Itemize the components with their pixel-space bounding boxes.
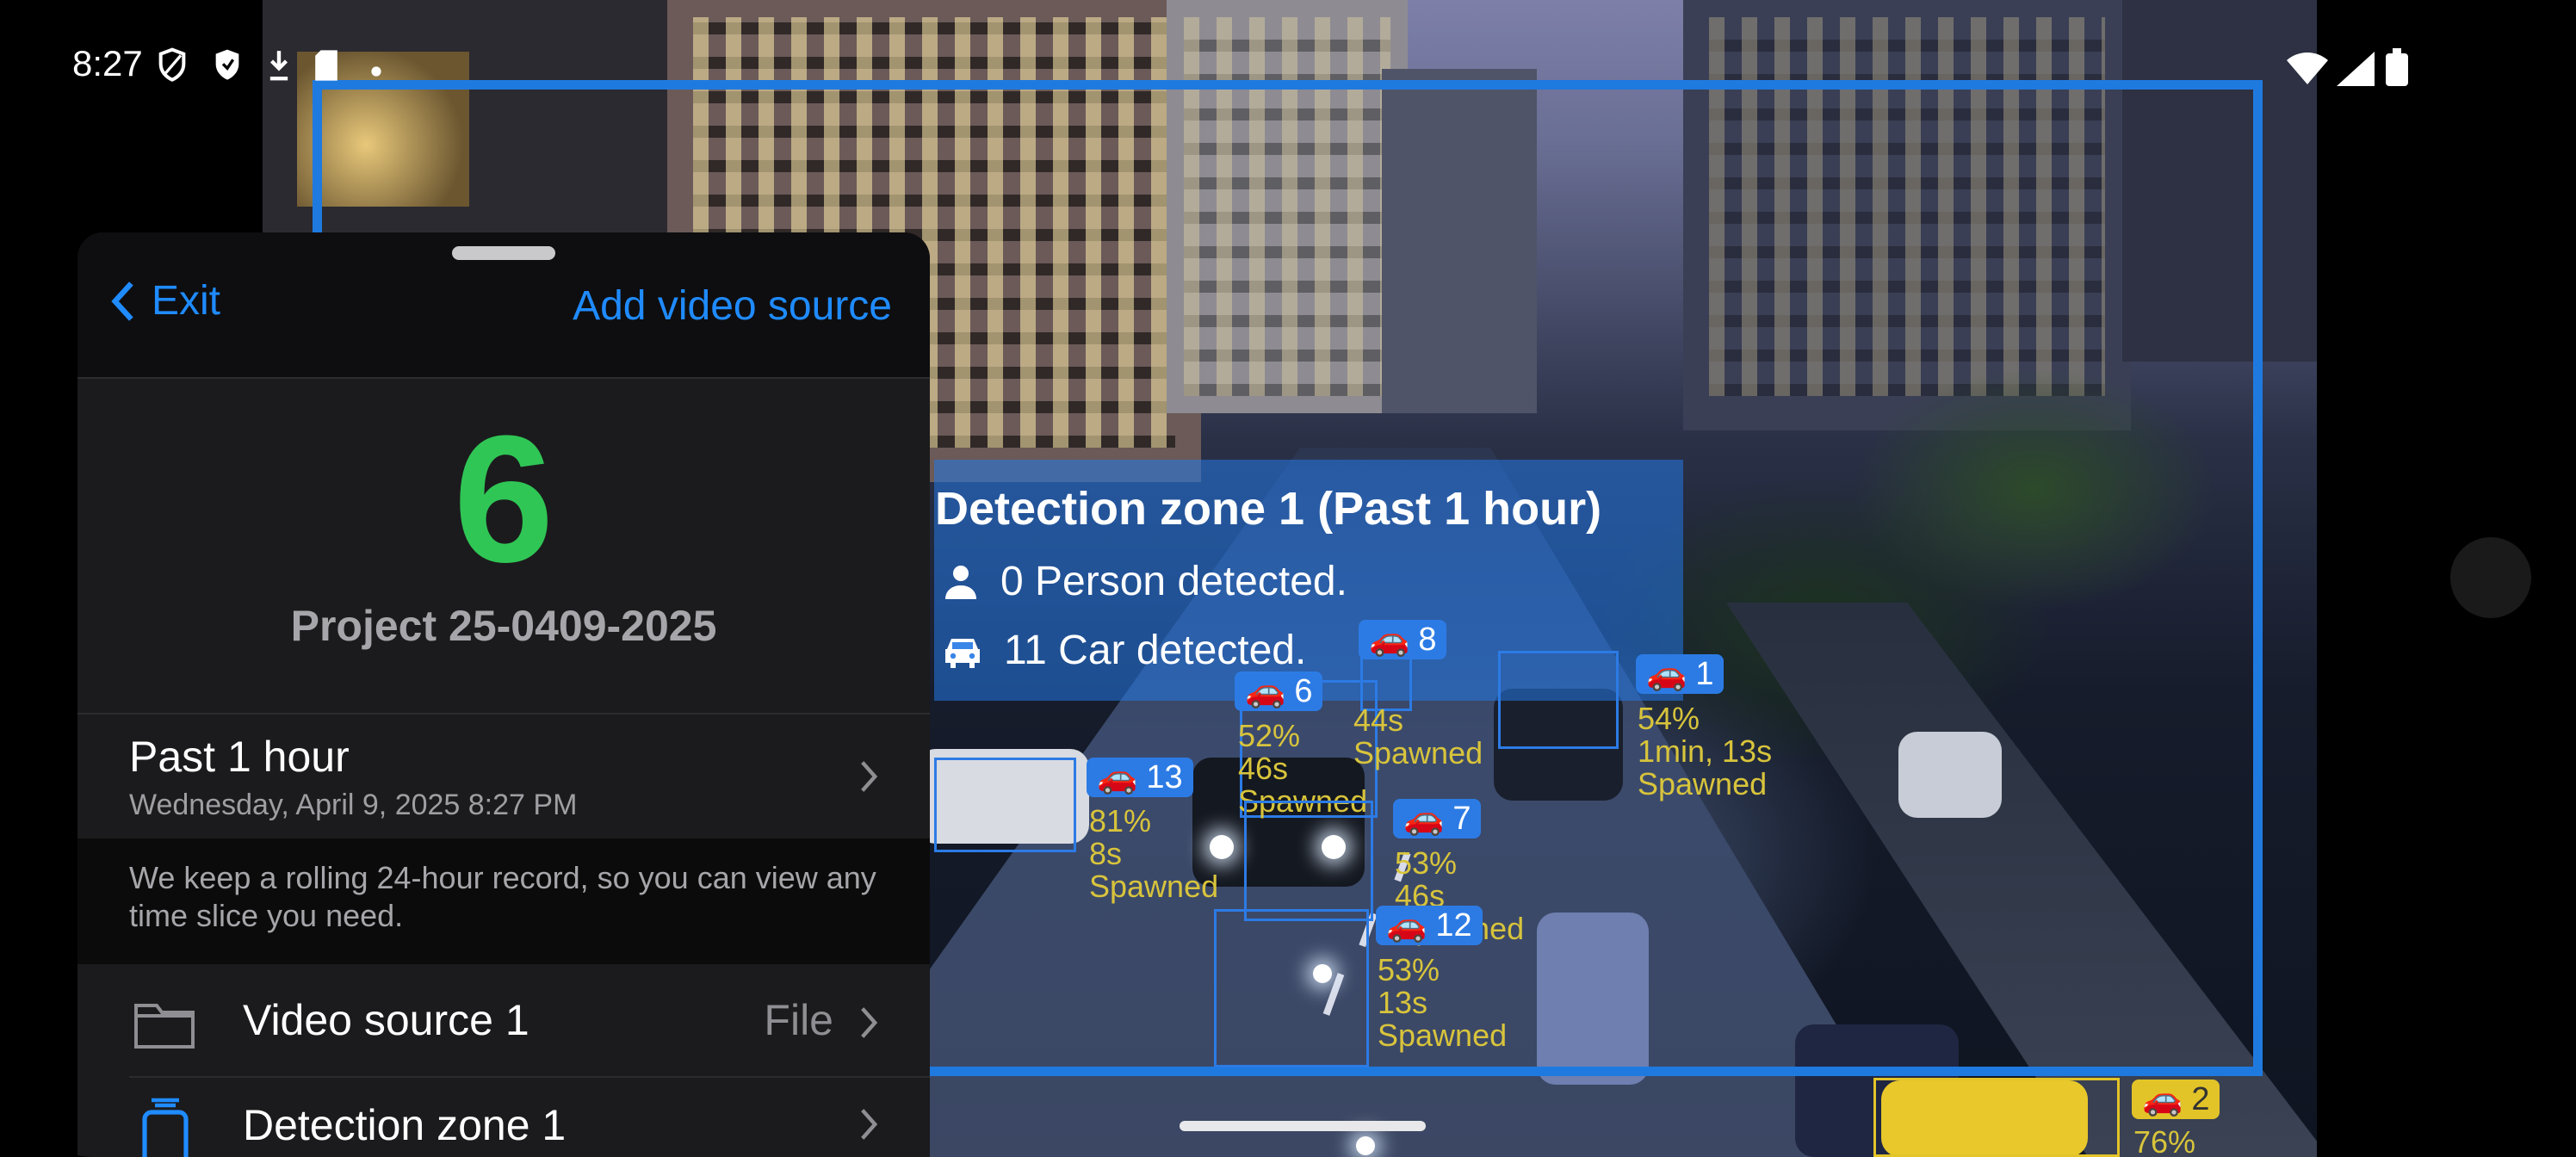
chevron-right-icon — [861, 1109, 878, 1140]
folder-icon — [134, 1004, 195, 1049]
track-confidence: 81% — [1089, 803, 1152, 838]
shield-icon — [216, 49, 239, 80]
shield-outline-icon — [158, 47, 186, 82]
track-tag: 🚗 13 — [1087, 758, 1193, 797]
track-state: Spawned — [1378, 1018, 1508, 1053]
track-info: 54% 1min, 13s Spawned — [1638, 702, 1772, 801]
track-box — [1244, 801, 1373, 921]
video-source-row[interactable]: Video source 1 File — [77, 964, 930, 1076]
track-id: 13 — [1146, 758, 1183, 795]
video-source-label: Video source 1 — [243, 996, 529, 1044]
track-info: 53% 13s Spawned — [1378, 954, 1507, 1052]
car-icon: 🚗 — [2142, 1081, 2183, 1117]
car-icon — [945, 638, 980, 668]
track-confidence: 53% — [1395, 845, 1458, 881]
track-age: 8s — [1089, 836, 1123, 871]
track-tag: 🚗 8 — [1359, 620, 1447, 659]
car-count-row: 11 Car detected. — [940, 627, 1306, 674]
chevron-right-icon — [861, 1007, 878, 1038]
home-indicator[interactable] — [1180, 1121, 1426, 1131]
time-range-title: Past 1 hour — [129, 733, 350, 781]
track-id: 6 — [1294, 672, 1313, 709]
detection-zone-title: Detection zone 1 (Past 1 hour) — [935, 483, 1602, 535]
track-confidence: 76% — [2133, 1124, 2196, 1157]
video-source-type: File — [764, 996, 833, 1044]
car-icon: 🚗 — [1097, 759, 1138, 795]
detection-count: 6 — [453, 398, 554, 600]
person-icon — [945, 565, 976, 599]
car-icon: 🚗 — [1403, 801, 1445, 837]
time-range-subtitle: Wednesday, April 9, 2025 8:27 PM — [129, 789, 578, 821]
chevron-left-icon — [111, 281, 133, 321]
status-icons-left — [155, 46, 382, 89]
detection-zone-row[interactable]: Detection zone 1 — [77, 1078, 930, 1157]
car-icon: 🚗 — [1646, 656, 1687, 692]
track-tag: 🚗 2 — [2132, 1080, 2220, 1119]
drag-handle[interactable] — [452, 246, 555, 260]
car-icon: 🚗 — [1245, 673, 1286, 709]
track-id: 8 — [1418, 621, 1437, 658]
battery-icon — [2385, 48, 2408, 86]
person-count-row: 0 Person detected. — [940, 558, 1347, 605]
status-icons-right — [2287, 48, 2408, 90]
chevron-right-icon — [861, 761, 878, 792]
track-info: 44s Spawned — [1353, 704, 1483, 770]
phone-screen: Detection zone 1 (Past 1 hour) 0 Person … — [0, 0, 2576, 1157]
sheet-header: Exit Add video source — [77, 232, 930, 379]
car-icon: 🚗 — [1386, 907, 1427, 944]
track-confidence: 52% — [1238, 718, 1301, 753]
track-state: Spawned — [1353, 735, 1483, 770]
track-box — [934, 758, 1076, 852]
track-tag: 🚗 12 — [1376, 906, 1483, 945]
track-id: 2 — [2191, 1080, 2210, 1117]
exit-button[interactable]: Exit — [110, 277, 220, 325]
track-info: 76% — [2133, 1126, 2195, 1157]
track-id: 1 — [1695, 655, 1714, 692]
track-state: Spawned — [1638, 766, 1768, 801]
zone-icon — [142, 1098, 189, 1157]
track-age: 46s — [1238, 751, 1289, 786]
track-id: 7 — [1452, 800, 1471, 837]
project-bottom-sheet: Exit Add video source 6 Project 25-0409-… — [77, 232, 930, 1157]
detection-zone-label: Detection zone 1 — [243, 1101, 567, 1149]
person-count-text: 0 Person detected. — [1000, 559, 1347, 604]
dot-icon — [371, 66, 381, 77]
track-box — [1498, 651, 1619, 749]
track-box — [1873, 1078, 2120, 1157]
info-note: We keep a rolling 24-hour record, so you… — [129, 860, 876, 933]
download-icon — [269, 51, 288, 81]
car-icon: 🚗 — [1369, 622, 1410, 658]
track-confidence: 54% — [1638, 701, 1700, 736]
front-camera — [2450, 537, 2531, 618]
track-info: 81% 8s Spawned — [1089, 805, 1218, 903]
add-video-source-button[interactable]: Add video source — [573, 282, 892, 330]
track-tag: 🚗 7 — [1393, 799, 1482, 838]
track-age: 1min, 13s — [1638, 733, 1773, 769]
track-id: 12 — [1435, 906, 1472, 944]
signal-icon — [2337, 52, 2375, 86]
track-box — [1214, 909, 1369, 1067]
wifi-icon — [2287, 53, 2328, 84]
car-count-text: 11 Car detected. — [1004, 628, 1307, 673]
track-state: Spawned — [1089, 869, 1219, 904]
track-age: 44s — [1353, 702, 1404, 738]
sd-card-icon — [315, 50, 338, 81]
track-tag: 🚗 1 — [1636, 654, 1725, 694]
track-confidence: 53% — [1378, 952, 1440, 987]
status-time: 8:27 — [72, 43, 143, 84]
track-age: 13s — [1378, 985, 1428, 1020]
project-name: Project 25-0409-2025 — [290, 602, 717, 650]
exit-label: Exit — [152, 278, 221, 324]
track-tag: 🚗 6 — [1235, 671, 1323, 711]
